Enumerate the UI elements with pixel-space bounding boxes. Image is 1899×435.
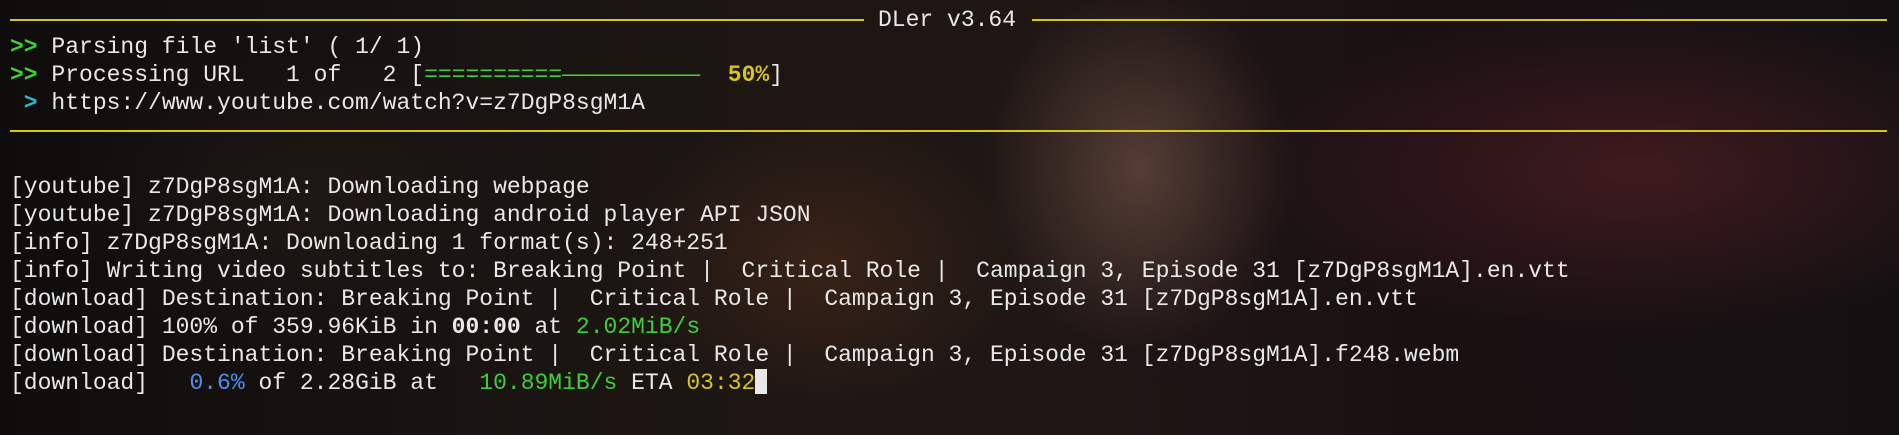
log-line: [youtube] z7DgP8sgM1A: Downloading webpa…	[10, 174, 590, 200]
prompt-chevron: >>	[10, 34, 38, 60]
app-title: DLer v3.64	[878, 7, 1017, 33]
log-text: [download]	[10, 370, 190, 396]
log-line: [info] Writing video subtitles to: Break…	[10, 258, 1570, 284]
progress-bar-filled: ==========	[424, 62, 563, 88]
log-text: of 2.28GiB at	[244, 370, 480, 396]
log-line: [download] Destination: Breaking Point |…	[10, 286, 1418, 312]
download-percent: 0.6%	[189, 370, 245, 396]
log-text: [download] 100% of 359.96KiB in	[10, 314, 452, 340]
eta-label: ETA	[617, 370, 687, 396]
prompt-chevron: >>	[10, 62, 38, 88]
url-prompt: >	[10, 90, 38, 116]
process-status-text: Processing URL 1 of 2	[51, 62, 411, 88]
log-text: at	[520, 314, 576, 340]
download-speed: 2.02MiB/s	[575, 314, 701, 340]
header-rule-right	[1032, 19, 1887, 21]
log-line: [youtube] z7DgP8sgM1A: Downloading andro…	[10, 202, 811, 228]
section-divider	[10, 130, 1887, 132]
url-line: > https://www.youtube.com/watch?v=z7DgP8…	[10, 89, 645, 117]
log-line: [download] 0.6% of 2.28GiB at 10.89MiB/s…	[10, 369, 768, 397]
progress-bar-open: [	[410, 62, 425, 88]
parse-status-text: Parsing file 'list' ( 1/ 1)	[51, 34, 425, 60]
process-status-line: >> Processing URL 1 of 2 [==========————…	[10, 61, 783, 89]
elapsed-time: 00:00	[451, 314, 521, 340]
progress-percent: 50%	[727, 62, 770, 88]
log-line: [info] z7DgP8sgM1A: Downloading 1 format…	[10, 230, 728, 256]
parse-status-line: >> Parsing file 'list' ( 1/ 1)	[10, 33, 424, 61]
eta-value: 03:32	[686, 370, 756, 396]
log-line: [download] Destination: Breaking Point |…	[10, 342, 1460, 368]
terminal-cursor[interactable]	[755, 369, 768, 394]
progress-bar-empty: ——————————	[562, 62, 701, 88]
header-rule-left	[10, 19, 864, 21]
window-header: DLer v3.64	[0, 6, 1899, 34]
current-url: https://www.youtube.com/watch?v=z7DgP8sg…	[37, 90, 645, 116]
download-speed: 10.89MiB/s	[479, 370, 618, 396]
progress-bar-close: ]	[769, 62, 783, 88]
log-line: [download] 100% of 359.96KiB in 00:00 at…	[10, 313, 700, 341]
